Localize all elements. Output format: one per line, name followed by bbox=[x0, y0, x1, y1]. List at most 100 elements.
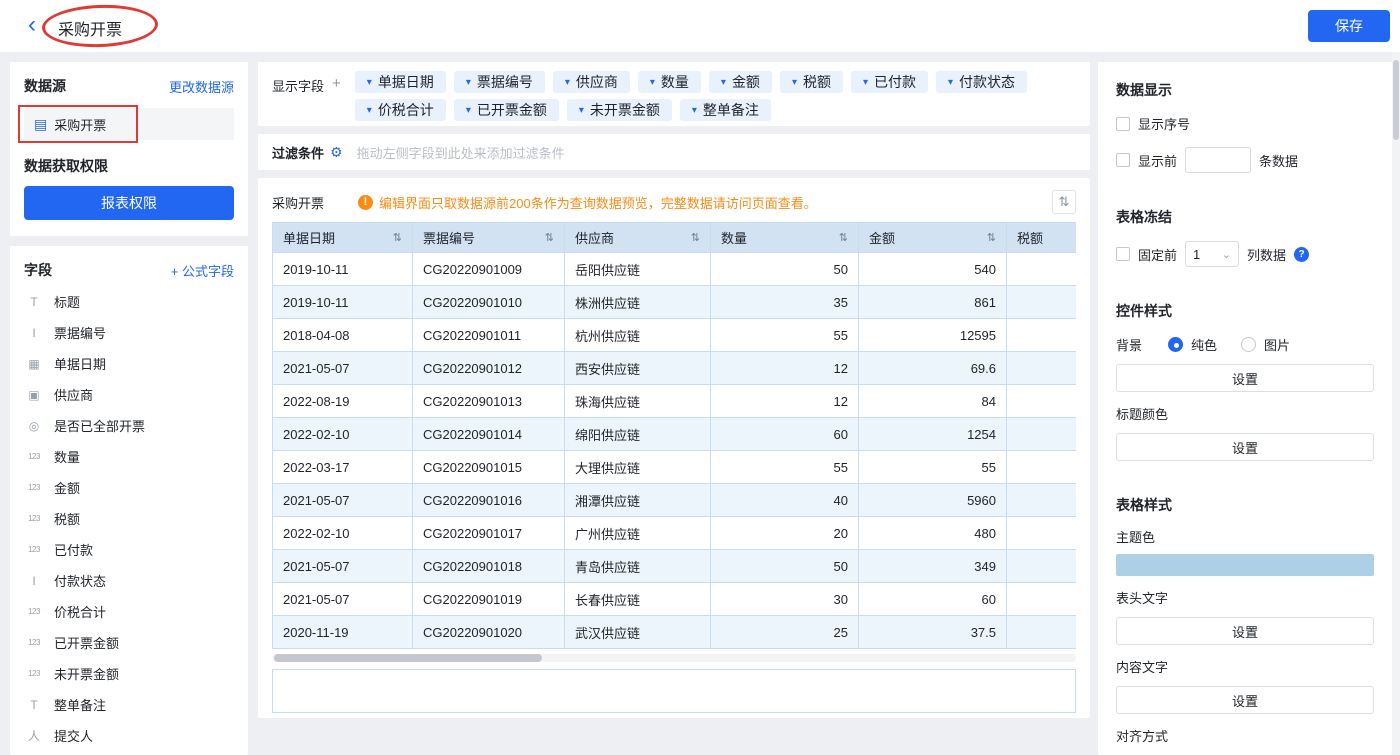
theme-color-swatch[interactable] bbox=[1116, 554, 1374, 576]
title-color-set-button[interactable]: 设置 bbox=[1116, 433, 1374, 461]
gear-icon[interactable]: ⚙ bbox=[330, 144, 343, 161]
display-field-chip[interactable]: ▾付款状态 bbox=[936, 71, 1027, 93]
table-row[interactable]: 2022-03-17CG20220901015大理供应链5555 bbox=[273, 451, 1077, 484]
display-field-chip[interactable]: ▾供应商 bbox=[553, 71, 630, 93]
sort-icon[interactable]: ⇅ bbox=[839, 231, 848, 244]
display-field-chip[interactable]: ▾单据日期 bbox=[355, 71, 446, 93]
formula-field-link[interactable]: + 公式字段 bbox=[171, 261, 234, 280]
change-datasource-link[interactable]: 更改数据源 bbox=[169, 77, 234, 96]
display-field-chip[interactable]: ▾已付款 bbox=[851, 71, 928, 93]
field-label: 金额 bbox=[54, 478, 80, 497]
table-cell: CG20220901010 bbox=[413, 286, 565, 319]
table-row[interactable]: 2022-02-10CG20220901017广州供应链20480 bbox=[273, 517, 1077, 550]
field-item[interactable]: 123已开票金额 bbox=[24, 627, 234, 658]
datasource-item[interactable]: ▤ 采购开票 bbox=[24, 108, 234, 140]
field-item[interactable]: 123税额 bbox=[24, 503, 234, 534]
help-icon[interactable]: ? bbox=[1294, 247, 1309, 262]
table-row[interactable]: 2022-02-10CG20220901014绵阳供应链601254 bbox=[273, 418, 1077, 451]
solid-color-radio[interactable] bbox=[1168, 337, 1183, 352]
display-field-chip[interactable]: ▾金额 bbox=[709, 71, 772, 93]
show-first-checkbox[interactable] bbox=[1116, 153, 1130, 167]
sort-icon[interactable]: ⇅ bbox=[545, 231, 554, 244]
freeze-count-select[interactable]: 1 ⌄ bbox=[1185, 241, 1239, 267]
table-row[interactable]: 2018-04-08CG20220901011杭州供应链5512595 bbox=[273, 319, 1077, 352]
field-item[interactable]: 123金额 bbox=[24, 472, 234, 503]
freeze-checkbox[interactable] bbox=[1116, 247, 1130, 261]
freeze-row: 固定前 1 ⌄ 列数据 ? bbox=[1116, 241, 1374, 267]
field-radio-icon: ◎ bbox=[24, 419, 44, 433]
chip-label: 整单备注 bbox=[703, 100, 759, 120]
chevron-down-icon: ▾ bbox=[792, 77, 797, 88]
display-field-chip[interactable]: ▾价税合计 bbox=[355, 99, 446, 121]
table-row[interactable]: 2019-10-11CG20220901009岳阳供应链50540 bbox=[273, 253, 1077, 286]
column-header[interactable]: 票据编号⇅ bbox=[413, 223, 565, 253]
field-item[interactable]: 123价税合计 bbox=[24, 596, 234, 627]
fields-heading: 字段 bbox=[24, 260, 52, 280]
header-text-set-button[interactable]: 设置 bbox=[1116, 617, 1374, 645]
table-cell: 2022-08-19 bbox=[273, 385, 413, 418]
table-cell: 55 bbox=[711, 319, 859, 352]
scrollbar-thumb[interactable] bbox=[274, 654, 542, 662]
preview-title: 采购开票 bbox=[272, 193, 324, 212]
table-row[interactable]: 2021-05-07CG20220901018青岛供应链50349 bbox=[273, 550, 1077, 583]
chevron-down-icon: ▾ bbox=[565, 77, 570, 88]
field-item[interactable]: I票据编号 bbox=[24, 317, 234, 348]
field-item[interactable]: ▦单据日期 bbox=[24, 348, 234, 379]
display-field-chip[interactable]: ▾已开票金额 bbox=[454, 99, 559, 121]
table-cell: 20 bbox=[711, 517, 859, 550]
column-header[interactable]: 供应商⇅ bbox=[565, 223, 711, 253]
field-item[interactable]: T标题 bbox=[24, 286, 234, 317]
table-row[interactable]: 2020-11-19CG20220901020武汉供应链2537.5 bbox=[273, 616, 1077, 649]
table-cell: 2021-05-07 bbox=[273, 352, 413, 385]
sort-icon[interactable]: ⇅ bbox=[393, 231, 402, 244]
chip-label: 数量 bbox=[661, 72, 689, 92]
field-item[interactable]: ◎是否已全部开票 bbox=[24, 410, 234, 441]
table-cell: 480 bbox=[859, 517, 1007, 550]
table-cell: 12595 bbox=[859, 319, 1007, 352]
field-item[interactable]: ▣供应商 bbox=[24, 379, 234, 410]
preview-table-wrap: 单据日期⇅票据编号⇅供应商⇅数量⇅金额⇅税额⇅ 2019-10-11CG2022… bbox=[272, 222, 1076, 649]
sort-icon[interactable]: ⇅ bbox=[987, 231, 996, 244]
display-field-chip[interactable]: ▾税额 bbox=[780, 71, 843, 93]
table-cell: 2018-04-08 bbox=[273, 319, 413, 352]
background-set-button[interactable]: 设置 bbox=[1116, 364, 1374, 392]
column-header[interactable]: 数量⇅ bbox=[711, 223, 859, 253]
field-item[interactable]: 123数量 bbox=[24, 441, 234, 472]
add-field-icon[interactable]: + bbox=[332, 76, 341, 92]
image-radio[interactable] bbox=[1241, 337, 1256, 352]
column-header[interactable]: 税额⇅ bbox=[1007, 223, 1077, 253]
display-field-chip[interactable]: ▾未开票金额 bbox=[567, 99, 672, 121]
background-row: 背景 纯色 图片 bbox=[1116, 335, 1374, 354]
table-row[interactable]: 2022-08-19CG20220901013珠海供应链1284 bbox=[273, 385, 1077, 418]
table-row[interactable]: 2021-05-07CG20220901016湘潭供应链405960 bbox=[273, 484, 1077, 517]
show-index-checkbox[interactable] bbox=[1116, 117, 1130, 131]
column-label: 税额 bbox=[1017, 228, 1043, 247]
field-item[interactable]: 人提交人 bbox=[24, 720, 234, 751]
table-row[interactable]: 2021-05-07CG20220901012西安供应链1269.6 bbox=[273, 352, 1077, 385]
back-button[interactable]: ‹ bbox=[28, 11, 36, 39]
column-header[interactable]: 金额⇅ bbox=[859, 223, 1007, 253]
vertical-scrollbar[interactable] bbox=[1392, 52, 1400, 755]
save-button[interactable]: 保存 bbox=[1308, 10, 1390, 42]
table-cell: CG20220901012 bbox=[413, 352, 565, 385]
field-number-icon: 123 bbox=[24, 514, 44, 523]
display-field-chip[interactable]: ▾数量 bbox=[638, 71, 701, 93]
table-row[interactable]: 2021-05-07CG20220901019长春供应链3060 bbox=[273, 583, 1077, 616]
show-first-count-input[interactable] bbox=[1185, 147, 1251, 173]
display-field-chip[interactable]: ▾整单备注 bbox=[680, 99, 771, 121]
column-header[interactable]: 单据日期⇅ bbox=[273, 223, 413, 253]
scrollbar-thumb[interactable] bbox=[1393, 60, 1399, 140]
horizontal-scrollbar[interactable] bbox=[272, 654, 1076, 662]
field-person-icon: 人 bbox=[24, 727, 44, 744]
table-row[interactable]: 2019-10-11CG20220901010株洲供应链35861 bbox=[273, 286, 1077, 319]
sort-order-button[interactable]: ⇅ bbox=[1052, 190, 1076, 214]
report-permission-button[interactable]: 报表权限 bbox=[24, 186, 234, 220]
sort-icon[interactable]: ⇅ bbox=[691, 231, 700, 244]
field-item[interactable]: 123未开票金额 bbox=[24, 658, 234, 689]
content-text-set-button[interactable]: 设置 bbox=[1116, 686, 1374, 714]
field-item[interactable]: I付款状态 bbox=[24, 565, 234, 596]
widget-style-heading: 控件样式 bbox=[1116, 301, 1374, 321]
field-item[interactable]: T整单备注 bbox=[24, 689, 234, 720]
display-field-chip[interactable]: ▾票据编号 bbox=[454, 71, 545, 93]
field-item[interactable]: 123已付款 bbox=[24, 534, 234, 565]
